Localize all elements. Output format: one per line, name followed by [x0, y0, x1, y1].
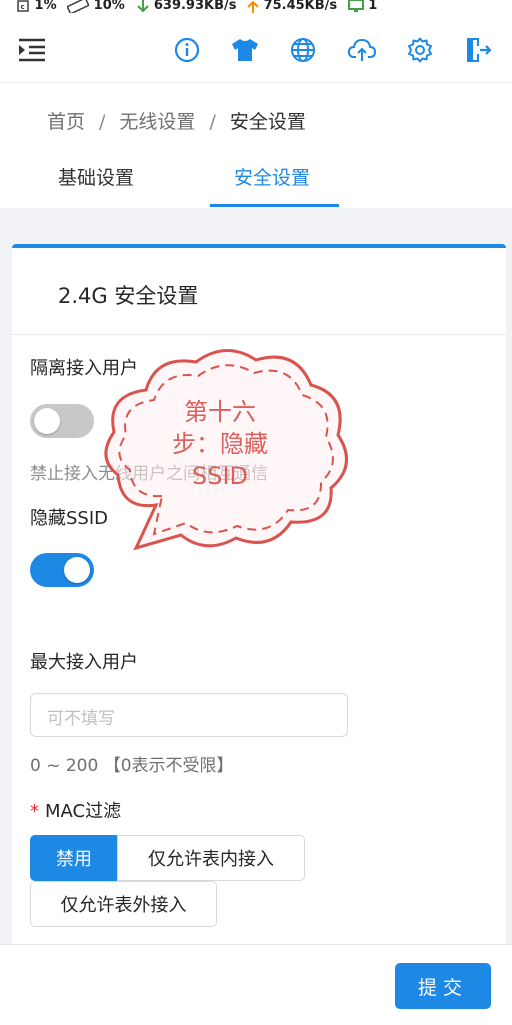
- max-users-hint: 0 ~ 200 【0表示不受限】: [30, 756, 234, 776]
- breadcrumb-separator: /: [209, 111, 216, 133]
- gear-icon[interactable]: [406, 36, 434, 64]
- max-users-input[interactable]: 可不填写: [30, 693, 348, 737]
- annotation-line: 第十六: [184, 398, 256, 426]
- mac-filter-whitelist-option[interactable]: 仅允许表内接入: [117, 835, 305, 881]
- hide-ssid-toggle[interactable]: [30, 553, 94, 587]
- mac-filter-label: * MAC过滤: [30, 797, 121, 823]
- max-users-label: 最大接入用户: [30, 652, 138, 673]
- annotation-text: 第十六 步：隐藏 SSID: [150, 396, 290, 492]
- header-area: 首页 / 无线设置 / 安全设置 基础设置 安全设置: [0, 83, 512, 208]
- breadcrumb-separator: /: [99, 111, 106, 133]
- menu-icon[interactable]: [18, 36, 46, 64]
- annotation-line: 步：隐藏: [172, 430, 268, 458]
- breadcrumb-current: 安全设置: [229, 111, 306, 133]
- footer-bar: 提交: [0, 944, 512, 1025]
- isolation-toggle[interactable]: [30, 404, 94, 438]
- mac-filter-disable-option[interactable]: 禁用: [30, 835, 118, 881]
- card-divider: [12, 334, 506, 335]
- toggle-knob: [64, 557, 90, 583]
- upload-cloud-icon[interactable]: [348, 36, 376, 64]
- globe-icon[interactable]: [289, 36, 317, 64]
- breadcrumb-home[interactable]: 首页: [47, 111, 85, 133]
- memory-icon: [66, 0, 90, 16]
- download-arrow-icon: [137, 0, 150, 16]
- cpu-value: 1%: [34, 0, 57, 13]
- toggle-knob: [34, 408, 60, 434]
- upload-arrow-icon: [247, 0, 259, 16]
- status-bar: c 1% 10% 639.93KB/s 75.45KB/s 1: [0, 0, 512, 16]
- tab-basic-settings[interactable]: 基础设置: [58, 163, 134, 190]
- annotation-line: SSID: [191, 462, 249, 490]
- mac-filter-blacklist-option[interactable]: 仅允许表外接入: [30, 881, 217, 927]
- info-icon[interactable]: [173, 36, 201, 64]
- monitor-icon: [347, 0, 364, 16]
- download-speed: 639.93KB/s: [153, 0, 237, 13]
- mac-filter-label-text: MAC过滤: [45, 801, 122, 822]
- svg-text:c: c: [21, 3, 25, 11]
- top-bar: [0, 16, 512, 83]
- upload-speed: 75.45KB/s: [263, 0, 338, 13]
- submit-button[interactable]: 提交: [395, 963, 491, 1009]
- shirt-icon[interactable]: [231, 36, 259, 64]
- cpu-icon: c: [16, 0, 30, 16]
- clients-count: 1: [368, 0, 378, 13]
- tab-security-settings[interactable]: 安全设置: [234, 163, 310, 190]
- breadcrumb-wireless[interactable]: 无线设置: [119, 111, 195, 133]
- logout-icon[interactable]: [464, 36, 492, 64]
- active-tab-indicator: [210, 204, 339, 207]
- breadcrumb: 首页 / 无线设置 / 安全设置: [47, 107, 306, 134]
- card-title: 2.4G 安全设置: [58, 284, 199, 308]
- memory-value: 10%: [93, 0, 125, 13]
- required-mark: *: [30, 801, 39, 822]
